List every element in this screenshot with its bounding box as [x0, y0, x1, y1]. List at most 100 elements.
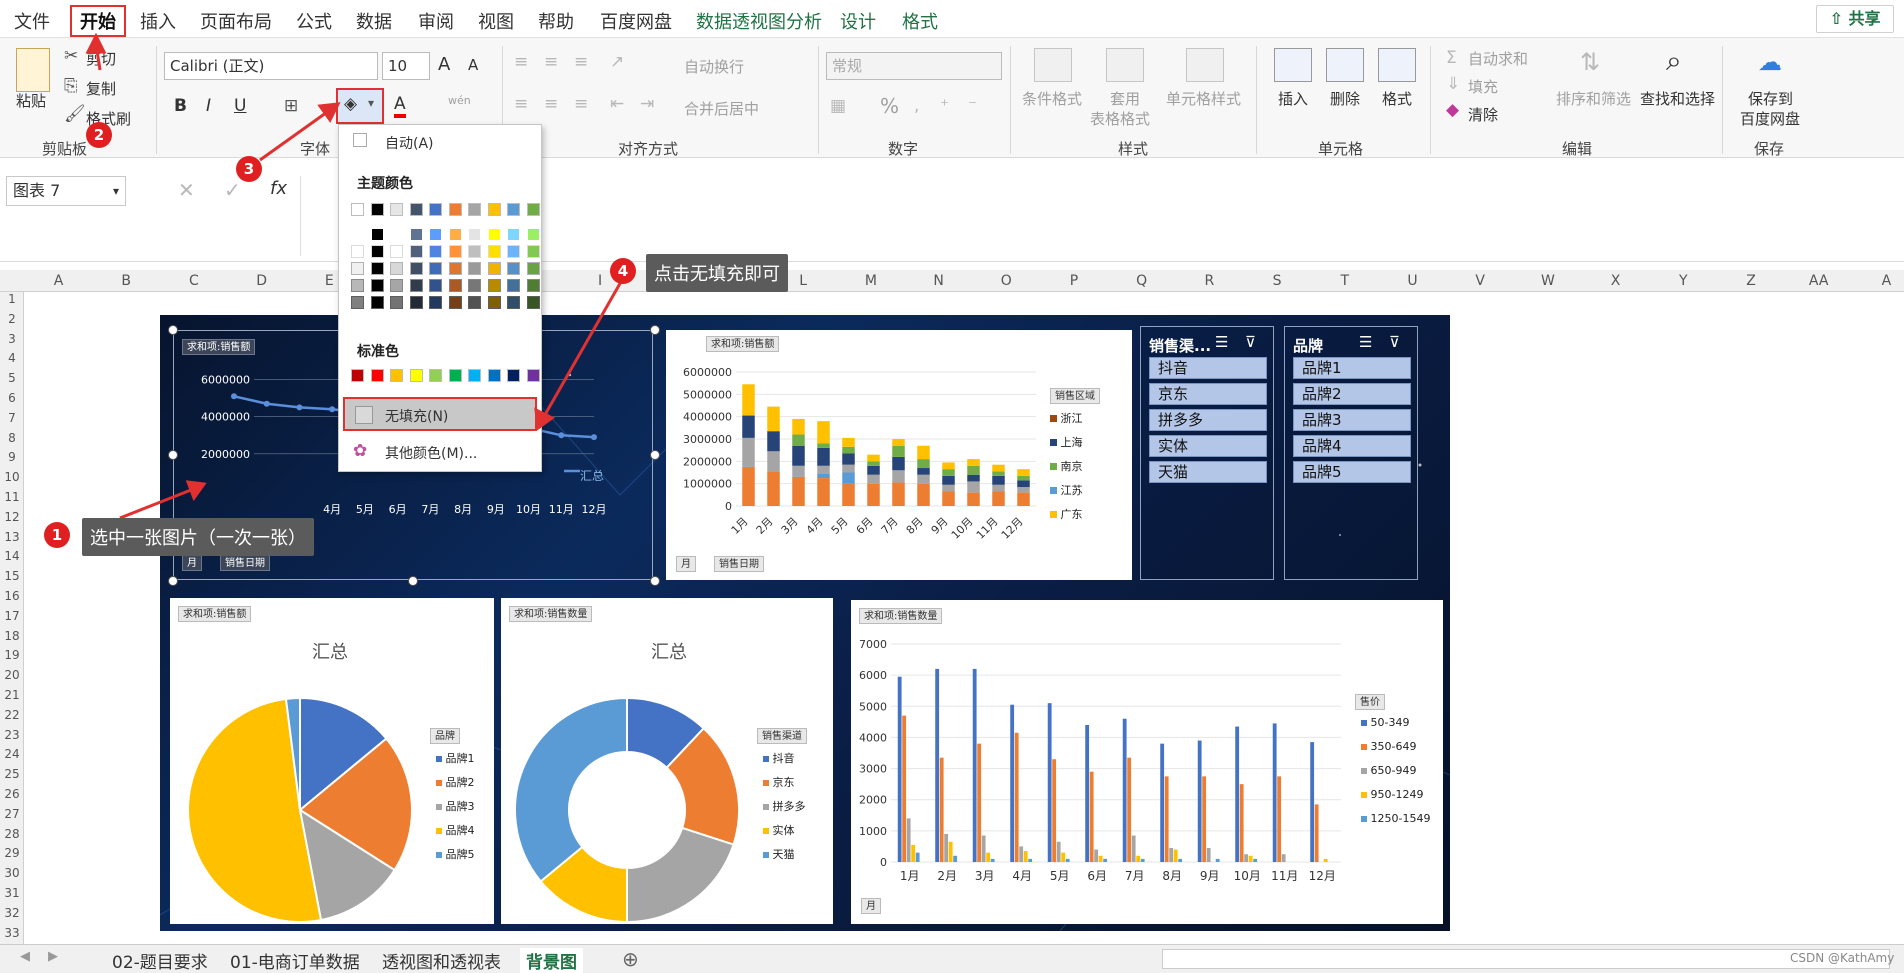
insert-cells-button[interactable]: 插入	[1278, 88, 1308, 109]
row-header-cell[interactable]: 4	[0, 351, 24, 365]
theme-color-swatch[interactable]	[390, 245, 403, 258]
tab-requirements[interactable]: 02-题目要求	[106, 948, 214, 973]
menu-review[interactable]: 审阅	[418, 8, 454, 34]
no-fill-option[interactable]: 无填充(N)	[343, 397, 537, 431]
underline-button[interactable]: U	[234, 96, 246, 116]
theme-color-swatch[interactable]	[390, 203, 403, 216]
slicer-item[interactable]: 京东	[1149, 383, 1267, 405]
row-header-cell[interactable]: 20	[0, 668, 24, 682]
donut-chart-legend-title[interactable]: 销售渠道	[757, 728, 807, 744]
theme-color-swatch[interactable]	[448, 228, 462, 241]
delete-cells-button[interactable]: 删除	[1330, 88, 1360, 109]
slicer-item[interactable]: 品牌1	[1293, 357, 1411, 379]
standard-color-swatch[interactable]	[429, 369, 442, 382]
theme-color-swatch[interactable]	[409, 296, 423, 309]
theme-color-swatch[interactable]	[507, 228, 520, 241]
theme-color-swatch[interactable]	[390, 262, 403, 275]
auto-color-option[interactable]: 自动(A)	[385, 133, 434, 153]
theme-color-swatch[interactable]	[487, 296, 501, 309]
confirm-icon[interactable]: ✓	[224, 178, 241, 202]
align-right-icon[interactable]: ≡	[574, 94, 588, 114]
standard-color-swatch[interactable]	[507, 369, 520, 382]
row-header-cell[interactable]: 7	[0, 411, 24, 425]
column-chart[interactable]: 求和项:销售数量 7000 6000 5000 4000 3000 2000 1000 0 1月…	[851, 600, 1443, 924]
slicer-item[interactable]: 品牌4	[1293, 435, 1411, 457]
row-header-cell[interactable]: 28	[0, 827, 24, 841]
save-baidu-line2[interactable]: 百度网盘	[1740, 108, 1800, 129]
theme-color-swatch[interactable]	[409, 203, 423, 216]
column-header-cell[interactable]: R	[1176, 273, 1243, 289]
theme-color-swatch[interactable]	[448, 245, 462, 258]
row-header-cell[interactable]: 10	[0, 470, 24, 484]
column-header-cell[interactable]: Z	[1718, 273, 1785, 289]
theme-color-swatch[interactable]	[370, 203, 384, 216]
find-select-button[interactable]: 查找和选择	[1640, 88, 1715, 109]
standard-color-swatch[interactable]	[390, 369, 403, 382]
column-header-cell[interactable]: O	[973, 273, 1040, 289]
column-header-cell[interactable]: X	[1582, 273, 1649, 289]
column-header-cell[interactable]: D	[228, 273, 295, 289]
format-table-line2[interactable]: 表格格式	[1090, 108, 1150, 129]
row-header-cell[interactable]: 27	[0, 807, 24, 821]
column-header-cell[interactable]: V	[1447, 273, 1514, 289]
add-sheet-icon[interactable]: ⊕	[622, 947, 639, 971]
tab-orders[interactable]: 01-电商订单数据	[224, 948, 366, 973]
theme-color-swatch[interactable]	[448, 262, 462, 275]
font-name-select[interactable]: Calibri (正文)	[164, 52, 378, 80]
standard-color-row[interactable]	[339, 369, 543, 387]
theme-color-swatch[interactable]	[409, 262, 423, 275]
menu-file[interactable]: 文件	[14, 8, 50, 34]
column-header-cell[interactable]: A	[25, 273, 92, 289]
row-header-cell[interactable]: 3	[0, 332, 24, 346]
paste-button[interactable]: 粘贴	[16, 90, 46, 111]
theme-color-swatch[interactable]	[429, 296, 442, 309]
resize-handle-mr[interactable]	[650, 450, 660, 460]
cut-button[interactable]: 剪切	[86, 48, 116, 69]
align-middle-icon[interactable]: ≡	[544, 52, 558, 72]
theme-color-swatch[interactable]	[370, 262, 384, 275]
increase-decimal-icon[interactable]: ⁺	[940, 96, 949, 116]
row-header-cell[interactable]: 12	[0, 510, 24, 524]
decrease-decimal-icon[interactable]: ⁻	[968, 96, 977, 116]
theme-color-swatch[interactable]	[351, 228, 364, 241]
save-baidu-line1[interactable]: 保存到	[1748, 88, 1793, 109]
row-header-cell[interactable]: 24	[0, 747, 24, 761]
theme-color-swatch[interactable]	[351, 296, 364, 309]
standard-color-swatch[interactable]	[487, 369, 501, 382]
conditional-format-button[interactable]: 条件格式	[1022, 88, 1082, 109]
slicer-item[interactable]: 抖音	[1149, 357, 1267, 379]
standard-color-swatch[interactable]	[370, 369, 384, 382]
menu-design[interactable]: 设计	[840, 8, 876, 34]
resize-handle-bm[interactable]	[408, 576, 418, 586]
more-colors-option[interactable]: 其他颜色(M)...	[385, 443, 477, 463]
row-header-cell[interactable]: 23	[0, 728, 24, 742]
format-table-line1[interactable]: 套用	[1110, 88, 1140, 109]
menu-page-layout[interactable]: 页面布局	[200, 8, 272, 34]
bar-chart-legend-title[interactable]: 销售区域	[1050, 388, 1100, 404]
number-format-select[interactable]: 常规	[826, 52, 1002, 80]
row-header-cell[interactable]: 22	[0, 708, 24, 722]
theme-color-swatch[interactable]	[468, 203, 481, 216]
theme-color-swatch[interactable]	[468, 279, 481, 292]
font-grow-button[interactable]: A	[438, 54, 450, 75]
column-header-cell[interactable]: Y	[1650, 273, 1717, 289]
row-header-cell[interactable]: 33	[0, 926, 24, 940]
theme-color-swatch[interactable]	[390, 279, 403, 292]
theme-color-swatch[interactable]	[507, 296, 520, 309]
row-header-cell[interactable]: 30	[0, 866, 24, 880]
stacked-bar-chart[interactable]: 求和项:销售额 6000000 5000000 4000000 3000000 2000…	[666, 330, 1132, 580]
multi-select-icon[interactable]: ☰	[1359, 333, 1372, 351]
menu-format[interactable]: 格式	[902, 8, 938, 34]
row-header-cell[interactable]: 1	[0, 292, 24, 306]
orientation-icon[interactable]: ↗	[610, 52, 624, 72]
slicer-item[interactable]: 品牌2	[1293, 383, 1411, 405]
tab-background[interactable]: 背景图	[520, 948, 583, 973]
column-header-cell[interactable]: Q	[1108, 273, 1175, 289]
sort-filter-button[interactable]: 排序和筛选	[1556, 88, 1631, 109]
currency-icon[interactable]: ▦	[830, 96, 846, 116]
row-header-cell[interactable]: 9	[0, 450, 24, 464]
copy-button[interactable]: 复制	[86, 78, 116, 99]
phonetic-button[interactable]: wén	[448, 94, 471, 107]
resize-handle-tl[interactable]	[168, 325, 178, 335]
comma-icon[interactable]: ,	[914, 96, 919, 116]
